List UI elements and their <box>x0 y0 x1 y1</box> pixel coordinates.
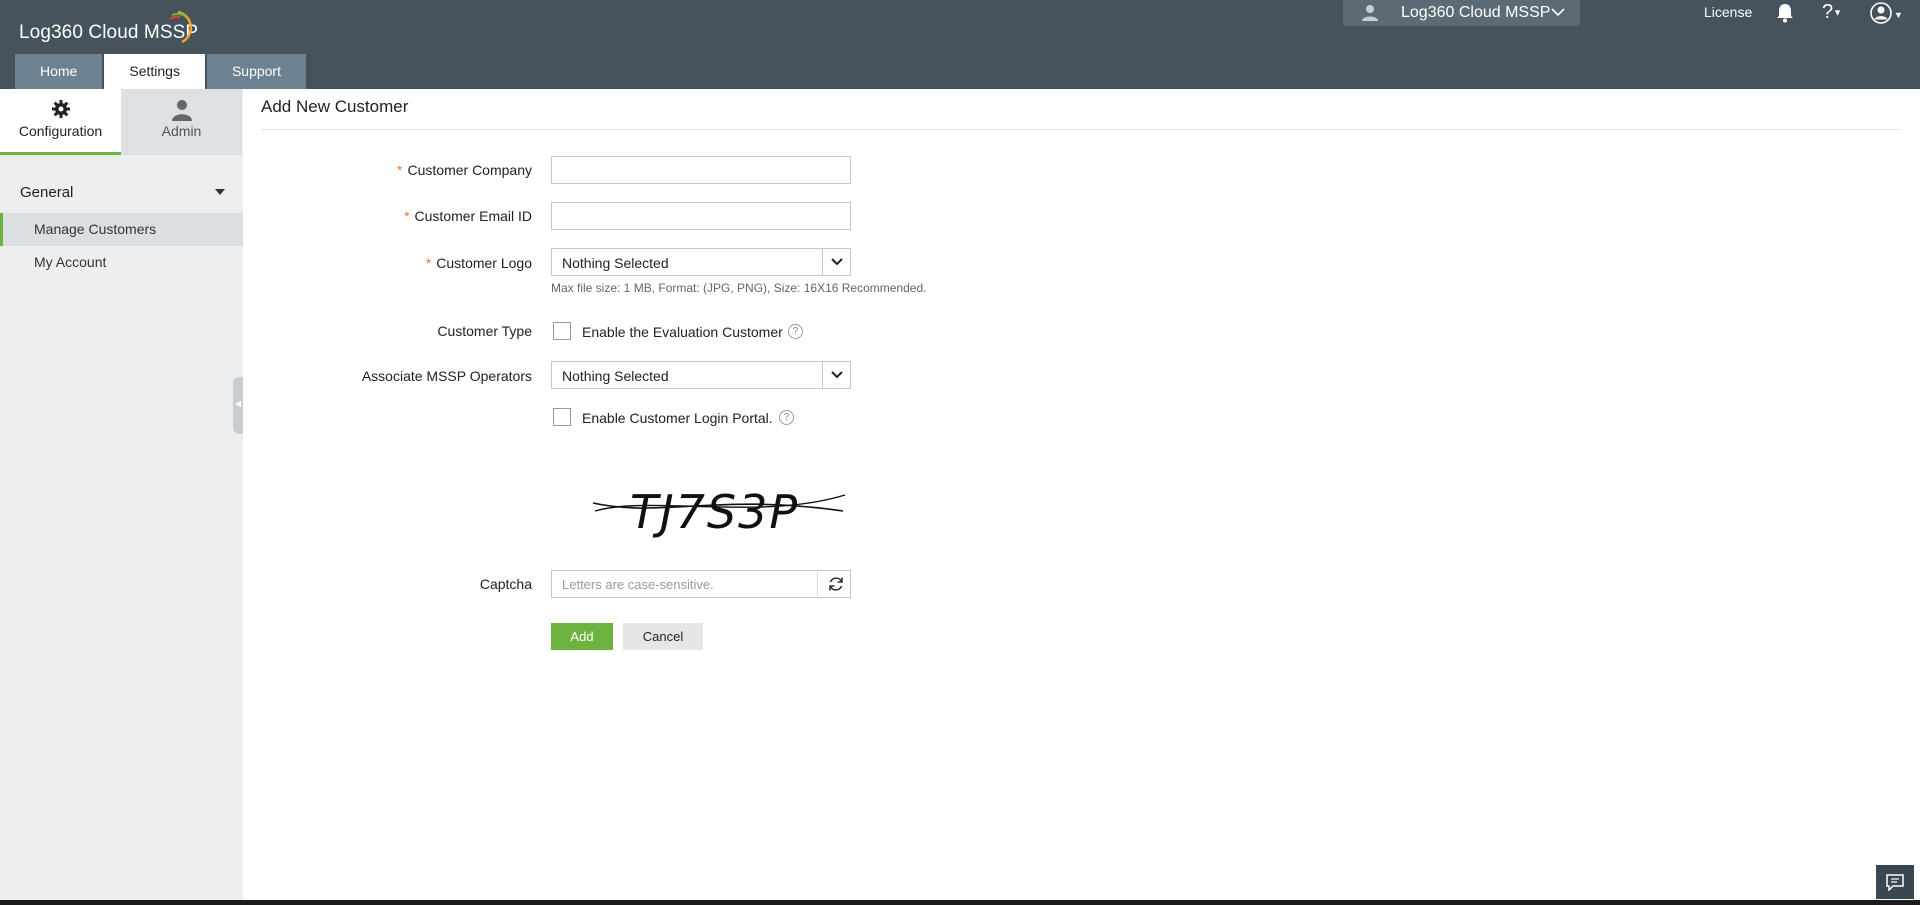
login-portal-label[interactable]: Enable Customer Login Portal. <box>582 410 773 426</box>
main-nav-tabs: Home Settings Support <box>15 54 308 89</box>
tab-support[interactable]: Support <box>206 54 306 89</box>
tenant-selector[interactable]: Log360 Cloud MSSP <box>1343 0 1580 26</box>
caret-down-icon: ▼ <box>1894 10 1903 20</box>
sidebar: Configuration Admin General Manage Custo… <box>0 89 243 900</box>
customer-company-label: * Customer Company <box>232 162 532 178</box>
customer-email-label: * Customer Email ID <box>232 208 532 224</box>
profile-avatar-icon <box>1870 2 1892 24</box>
sidebar-tab-label: Configuration <box>18 123 103 139</box>
captcha-field <box>551 570 851 598</box>
captcha-input[interactable] <box>552 571 818 597</box>
notification-bell-icon[interactable] <box>1776 3 1794 23</box>
section-title: General <box>20 184 74 201</box>
user-icon <box>1362 5 1378 21</box>
help-question-icon[interactable]: ? <box>779 410 794 425</box>
required-marker: * <box>425 255 432 271</box>
mssp-operators-select[interactable]: Nothing Selected <box>551 361 851 389</box>
sidebar-tab-admin[interactable]: Admin <box>121 89 242 155</box>
required-marker: * <box>404 208 410 224</box>
cancel-button[interactable]: Cancel <box>623 623 703 650</box>
license-link[interactable]: License <box>1704 4 1752 20</box>
chat-icon <box>1886 874 1904 891</box>
tenant-name: Log360 Cloud MSSP <box>1401 4 1551 21</box>
customer-logo-select[interactable]: Nothing Selected <box>551 248 851 276</box>
help-icon: ? <box>1822 1 1834 23</box>
sidebar-item-manage-customers[interactable]: Manage Customers <box>0 213 243 246</box>
sidebar-tabs: Configuration Admin <box>0 89 243 155</box>
captcha-image-text: TJ7S3P <box>630 485 799 539</box>
mssp-operators-label: Associate MSSP Operators <box>361 368 532 384</box>
label-text: Customer Company <box>407 162 533 178</box>
tab-settings[interactable]: Settings <box>104 54 205 89</box>
refresh-icon[interactable] <box>827 575 845 593</box>
add-button[interactable]: Add <box>551 623 613 650</box>
sidebar-tab-label: Admin <box>161 123 202 139</box>
customer-company-input[interactable] <box>551 156 851 184</box>
top-header: Log360 Cloud MSSP Home Settings Support … <box>0 0 1920 89</box>
collapse-arrow-icon: ◀ <box>235 399 242 408</box>
evaluation-customer-label[interactable]: Enable the Evaluation Customer <box>582 324 783 340</box>
sidebar-item-my-account[interactable]: My Account <box>0 246 243 279</box>
logo-arc-icon <box>169 10 193 44</box>
dropdown-toggle[interactable] <box>822 249 850 275</box>
gear-icon <box>51 100 70 118</box>
login-portal-checkbox[interactable] <box>553 408 571 426</box>
sidebar-tab-configuration[interactable]: Configuration <box>0 89 121 155</box>
customer-logo-label: * Customer Logo <box>232 255 532 271</box>
admin-user-icon <box>171 100 192 121</box>
chat-button[interactable] <box>1876 865 1914 899</box>
select-value: Nothing Selected <box>562 368 669 384</box>
customer-email-input[interactable] <box>551 202 851 230</box>
help-menu[interactable]: ?▼ <box>1822 1 1842 24</box>
chevron-down-icon <box>831 258 843 266</box>
page-title: Add New Customer <box>261 97 409 116</box>
dropdown-toggle[interactable] <box>822 362 850 388</box>
captcha-label: Captcha <box>479 576 532 592</box>
evaluation-customer-checkbox[interactable] <box>553 322 571 340</box>
label-text: Customer Email ID <box>414 208 532 224</box>
label-text: Customer Logo <box>436 255 532 271</box>
logo-hint-text: Max file size: 1 MB, Format: (JPG, PNG),… <box>551 281 927 295</box>
required-marker: * <box>397 162 403 178</box>
captcha-image: TJ7S3P <box>592 485 846 539</box>
chevron-down-icon <box>1551 8 1565 17</box>
sidebar-collapse-handle[interactable]: ◀ <box>233 377 243 434</box>
caret-down-icon: ▼ <box>1833 7 1843 18</box>
customer-type-label: Customer Type <box>437 323 532 339</box>
profile-menu[interactable]: ▼ <box>1870 2 1903 29</box>
bottom-bar <box>0 900 1920 905</box>
tab-home[interactable]: Home <box>15 54 103 89</box>
title-divider <box>261 129 1900 130</box>
chevron-down-icon <box>831 371 843 379</box>
sidebar-section-general[interactable]: General <box>20 184 225 201</box>
select-value: Nothing Selected <box>562 255 669 271</box>
caret-down-icon <box>215 189 225 195</box>
help-question-icon[interactable]: ? <box>788 324 803 339</box>
